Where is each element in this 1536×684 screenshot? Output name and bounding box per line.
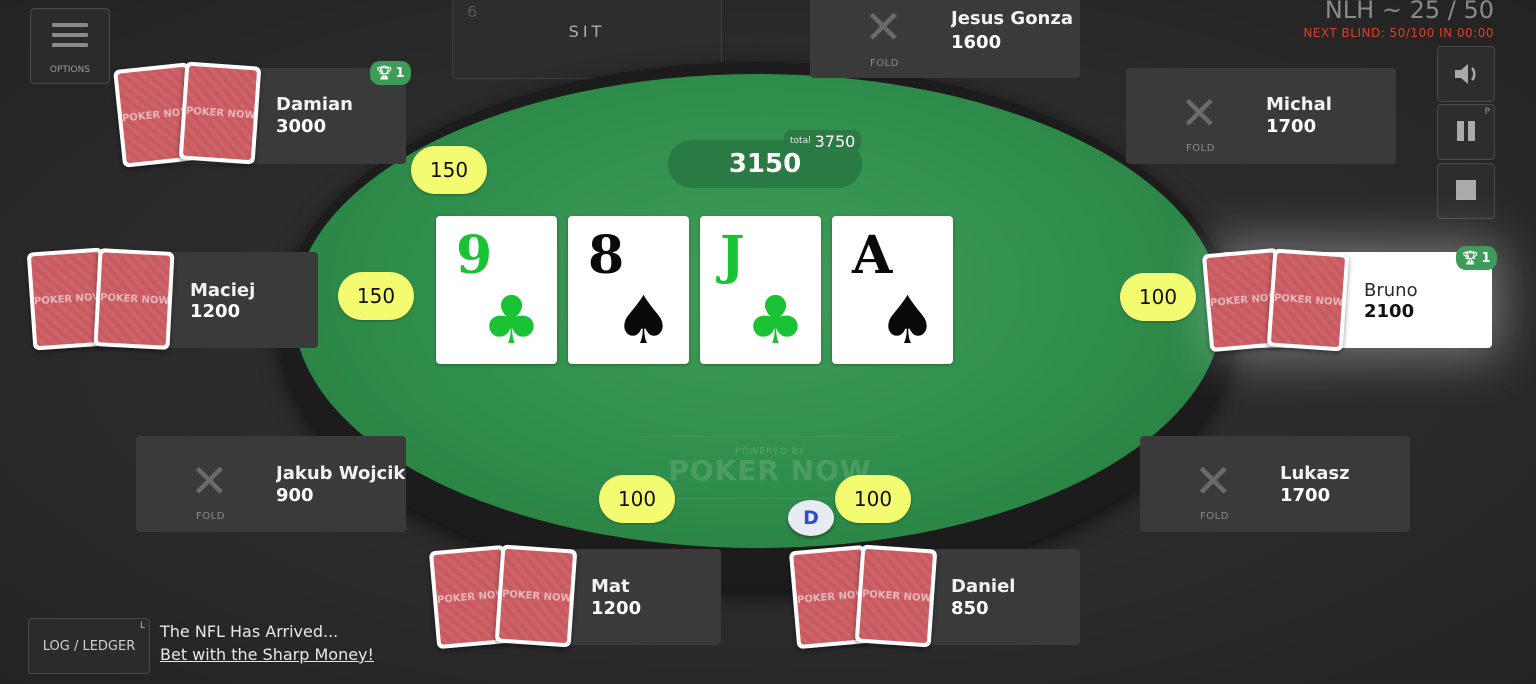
stop-icon (1438, 176, 1494, 209)
board-card-3: J ♣ (700, 216, 821, 364)
stop-button[interactable] (1437, 163, 1495, 219)
player-stack: 1200 (190, 301, 241, 322)
pot-total-label: total (790, 136, 811, 146)
bet-chip-damian: 150 (411, 146, 487, 194)
board-card-4: A ♠ (832, 216, 953, 364)
fold-icon: ✕ (1180, 86, 1219, 140)
trophy-icon: 🏆︎ (1462, 250, 1479, 266)
player-stack: 1700 (1280, 485, 1331, 506)
hole-card-back: POKER NOW (494, 544, 578, 648)
seat-jakub-wojcik[interactable]: ✕ FOLD Jakub Wojcik 900 (136, 436, 406, 532)
sit-button-label: SIT (568, 22, 606, 41)
club-icon: ♣ (481, 282, 541, 359)
trophy-badge: 🏆︎ 1 (1456, 246, 1497, 270)
fold-icon: ✕ (1194, 454, 1233, 508)
trophy-icon: 🏆︎ (376, 65, 393, 81)
seat-jesus-gonzalez[interactable]: ✕ FOLD Jesus Gonzalez 1600 (810, 0, 1080, 78)
seat-number: 6 (467, 2, 478, 21)
board-card-2: 8 ♠ (568, 216, 689, 364)
player-name: Maciej (190, 280, 256, 301)
player-name: Jesus Gonzalez (951, 8, 1073, 29)
spade-icon: ♠ (613, 282, 673, 359)
fold-label: FOLD (1186, 143, 1215, 154)
card-rank: J (720, 225, 745, 286)
player-stack: 1600 (951, 32, 1002, 53)
player-name: Jakub Wojcik (276, 463, 406, 484)
promo-text: The NFL Has Arrived... (160, 622, 339, 641)
felt-divider (640, 436, 900, 437)
promo-link[interactable]: Bet with the Sharp Money! (160, 645, 374, 664)
board-card-1: 9 ♣ (436, 216, 557, 364)
player-stack: 850 (951, 598, 989, 619)
game-title: NLH ~ 25 / 50 (1324, 0, 1494, 24)
seat-lukasz[interactable]: ✕ FOLD Lukasz 1700 (1140, 436, 1410, 532)
player-stack: 1200 (591, 598, 642, 619)
bet-chip-maciej: 150 (338, 272, 414, 320)
next-blind-timer: NEXT BLIND: 50/100 IN 00:00 (1303, 26, 1494, 40)
pot-total-value: 3750 (814, 131, 856, 151)
card-rank: A (852, 225, 893, 286)
bet-chip-daniel: 100 (835, 475, 911, 523)
pause-icon (1438, 117, 1494, 150)
player-name: Michal (1266, 94, 1332, 115)
card-rank: 8 (588, 225, 625, 286)
player-stack: 1700 (1266, 116, 1317, 137)
hole-card-back: POKER NOW (1266, 248, 1350, 352)
player-name: Bruno (1364, 280, 1418, 301)
dealer-button: D (788, 500, 834, 536)
player-name: Damian (276, 94, 353, 115)
spade-icon: ♠ (877, 282, 937, 359)
pot-value: 3150 (728, 149, 802, 179)
pause-shortcut-hint: P (1484, 107, 1490, 117)
player-name: Daniel (951, 576, 1016, 597)
player-name: Lukasz (1280, 463, 1350, 484)
seat-michal[interactable]: ✕ FOLD Michal 1700 (1126, 68, 1396, 164)
fold-label: FOLD (870, 58, 899, 69)
hole-card-back: POKER NOW (93, 248, 175, 350)
trophy-badge: 🏆︎ 1 (370, 61, 411, 85)
card-rank: 9 (456, 225, 493, 286)
fold-label: FOLD (196, 511, 225, 522)
fold-icon: ✕ (864, 0, 903, 54)
pot-total-badge: total 3750 (784, 130, 862, 152)
player-name: Mat (591, 576, 630, 597)
pause-button[interactable]: P (1437, 104, 1495, 160)
hole-card-back: POKER NOW (854, 544, 938, 648)
bet-chip-bruno: 100 (1120, 273, 1196, 321)
options-label: OPTIONS (49, 65, 91, 75)
log-ledger-button[interactable]: L LOG / LEDGER (28, 618, 150, 674)
options-button[interactable]: OPTIONS (30, 8, 110, 84)
hole-card-back: POKER NOW (178, 61, 262, 165)
sound-button[interactable] (1437, 46, 1495, 102)
player-stack: 3000 (276, 116, 327, 137)
hamburger-menu-icon (52, 23, 88, 53)
fold-icon: ✕ (190, 454, 229, 508)
player-stack: 900 (276, 485, 314, 506)
club-icon: ♣ (745, 282, 805, 359)
player-stack: 2100 (1364, 301, 1415, 322)
bet-chip-mat: 100 (599, 475, 675, 523)
speaker-icon (1438, 59, 1494, 94)
log-ledger-label: LOG / LEDGER (42, 639, 136, 654)
fold-label: FOLD (1200, 511, 1229, 522)
log-shortcut-hint: L (139, 621, 145, 631)
